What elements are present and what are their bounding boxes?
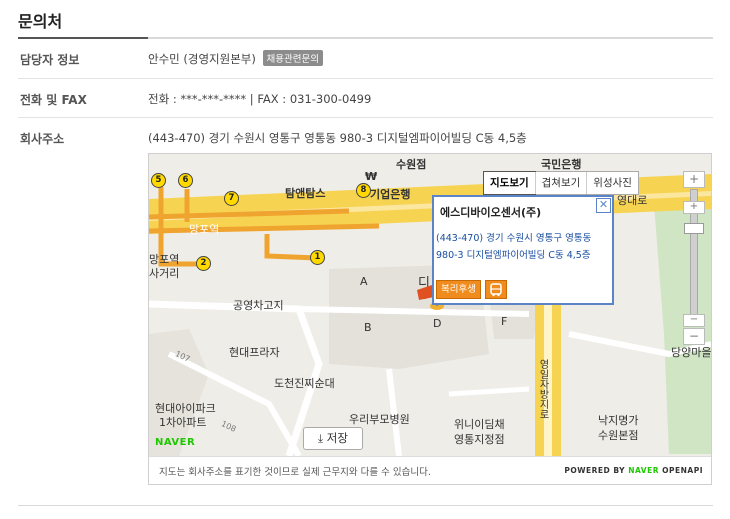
map-label-winnie2: 영통지정점 [454, 433, 505, 446]
tab-map-view[interactable]: 지도보기 [483, 171, 536, 195]
map-label-gongyoung: 공영차고지 [233, 299, 284, 312]
map-footer: 지도는 회사주소를 표기한 것이므로 실제 근무지와 다를 수 있습니다. PO… [149, 456, 711, 484]
map-label-F: F [501, 315, 508, 328]
row-divider [18, 117, 713, 118]
map-label-D: D [433, 317, 442, 330]
zoom-control: + + − − [682, 171, 705, 345]
subway-exit-2: 2 [196, 256, 211, 271]
save-map-button[interactable]: ⤓ 저장 [303, 427, 363, 450]
map-label-B: B [364, 321, 372, 334]
zoom-slider-handle[interactable] [684, 223, 704, 234]
phone-label: 전화 및 FAX [20, 93, 87, 107]
map-label-A: A [360, 275, 368, 288]
info-window: 에스디바이오센서(주) ✕ (443-470) 경기 수원시 영통구 영통동 9… [432, 195, 614, 305]
map-label-road-vertical: 영일자방지로 [537, 359, 548, 419]
company-map[interactable]: 수원점 국민은행 탐앤탐스 기업은행 ₩ 망포역 망포역 사거리 공영차고지 현… [148, 153, 712, 485]
map-view-tabs: 지도보기 겹쳐보기 위성사진 [483, 171, 639, 195]
title-divider [18, 37, 713, 39]
map-label-naksan: 낙지명가 [598, 414, 639, 427]
recruit-inquiry-badge[interactable]: 채용관련문의 [262, 50, 323, 66]
map-label-dangyang: 당양마을 [671, 346, 712, 359]
map-label-geori: 사거리 [149, 267, 180, 280]
phone-value: 전화 : ***-***-**** | FAX : 031-300-0499 [148, 92, 372, 106]
manager-name: 안수민 (경영지원본부) [148, 52, 256, 66]
download-icon: ⤓ [318, 431, 324, 445]
zoom-in-button[interactable]: + [683, 171, 705, 188]
map-label-kookmin: 국민은행 [541, 158, 582, 171]
save-label: 저장 [326, 431, 348, 445]
powered-openapi-text: OPENAPI [662, 466, 703, 475]
row-divider [18, 78, 713, 79]
powered-by-text: POWERED BY [564, 466, 626, 475]
map-label-woori: 우리부모병원 [349, 413, 410, 426]
map-label-won: ₩ [365, 170, 378, 183]
address-label: 회사주소 [20, 132, 65, 146]
section-title: 문의처 [18, 12, 63, 31]
subway-exit-5: 5 [151, 173, 166, 188]
subway-exit-1: 1 [310, 250, 325, 265]
map-label-suwonjeom: 수원점 [396, 158, 427, 171]
info-company-name: 에스디바이오센서(주) [440, 206, 542, 219]
subway-exit-8: 8 [356, 183, 371, 198]
map-label-tapantaps: 탐앤탐스 [285, 187, 326, 200]
map-label-docheon: 도천진찌순대 [274, 377, 335, 390]
map-label-winnie: 위니이딤채 [454, 418, 505, 431]
subway-exit-6: 6 [178, 173, 193, 188]
map-label-gieop: 기업은행 [370, 188, 411, 201]
powered-by-logo: POWERED BY NAVER OPENAPI [564, 466, 703, 475]
naver-logo: NAVER [155, 437, 196, 448]
tab-satellite-view[interactable]: 위성사진 [586, 172, 638, 194]
zoom-fine-out-button[interactable]: − [683, 314, 705, 327]
map-label-mangpo: 망포역 [189, 223, 220, 236]
address-value: (443-470) 경기 수원시 영통구 영통동 980-3 디지털엠파이어빌딩… [148, 131, 527, 145]
subway-exit-7: 7 [224, 191, 239, 206]
map-label-hyundai-plaza: 현대프라자 [229, 346, 280, 359]
bottom-divider [18, 505, 713, 506]
map-label-hyundai-apt2: 1차아파트 [159, 416, 207, 429]
map-notice: 지도는 회사주소를 표기한 것이므로 실제 근무지와 다를 수 있습니다. [159, 467, 431, 478]
bus-button[interactable] [485, 280, 507, 299]
manager-label: 담당자 정보 [20, 53, 80, 67]
info-address: (443-470) 경기 수원시 영통구 영통동 980-3 디지털엠파이어빌딩… [436, 233, 592, 261]
manager-value: 안수민 (경영지원본부) 채용관련문의 [148, 50, 323, 67]
welfare-button[interactable]: 복리후생 [436, 280, 481, 299]
map-label-naksan2: 수원본점 [598, 429, 639, 442]
bus-icon [490, 283, 502, 297]
zoom-fine-in-button[interactable]: + [683, 201, 705, 214]
tab-overlay-view[interactable]: 겹쳐보기 [534, 172, 587, 194]
close-icon[interactable]: ✕ [596, 198, 611, 213]
powered-naver-text: NAVER [628, 466, 659, 475]
zoom-out-button[interactable]: − [683, 328, 705, 345]
